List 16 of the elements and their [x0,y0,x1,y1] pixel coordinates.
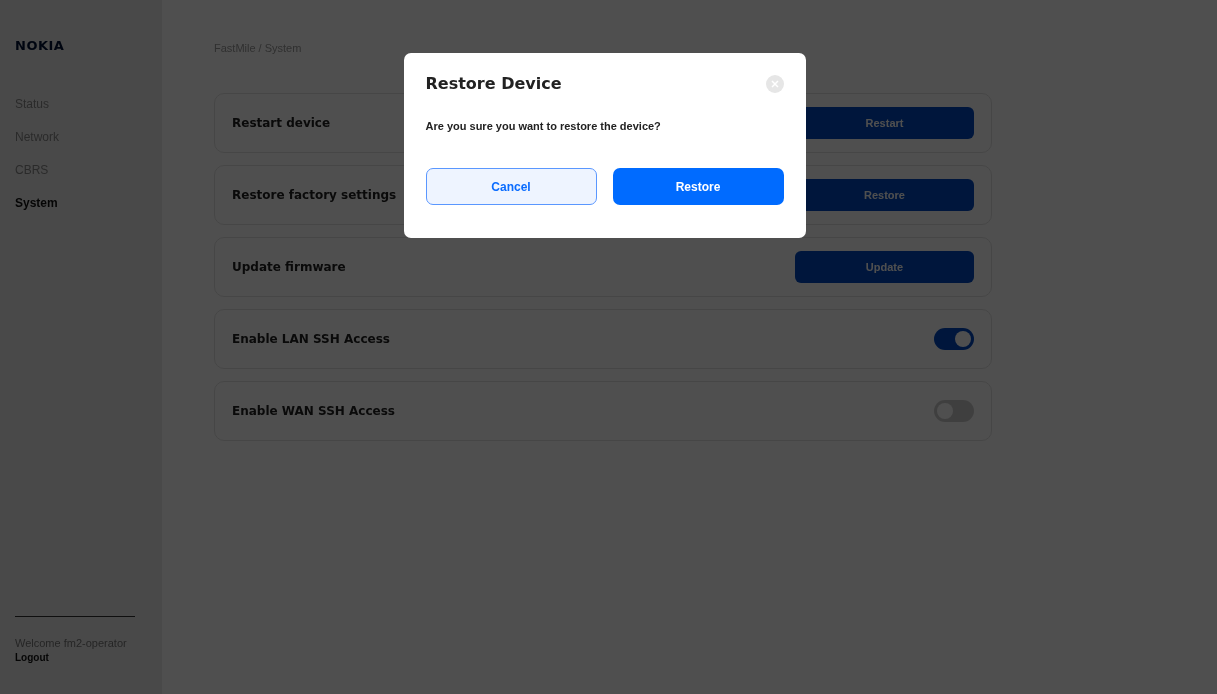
logo: NOKIA [15,38,65,53]
setting-label: Enable LAN SSH Access [232,332,390,346]
close-button[interactable] [765,74,784,93]
setting-label: Restart device [232,116,331,130]
logout-link[interactable]: Logout [15,652,49,663]
cancel-button[interactable]: Cancel [425,168,597,205]
nav-item[interactable]: System [15,194,58,212]
close-icon [770,79,779,88]
toggle-switch[interactable] [934,328,974,350]
setting-label: Restore factory settings [232,188,397,202]
dialog-message: Are you sure you want to restore the device? [425,120,662,132]
action-button[interactable]: Update [795,251,974,283]
setting-label: Enable WAN SSH Access [232,404,395,418]
setting-label: Update firmware [232,260,346,274]
restore-button[interactable]: Restore [612,168,784,205]
dialog-title: Restore Device [425,74,562,93]
